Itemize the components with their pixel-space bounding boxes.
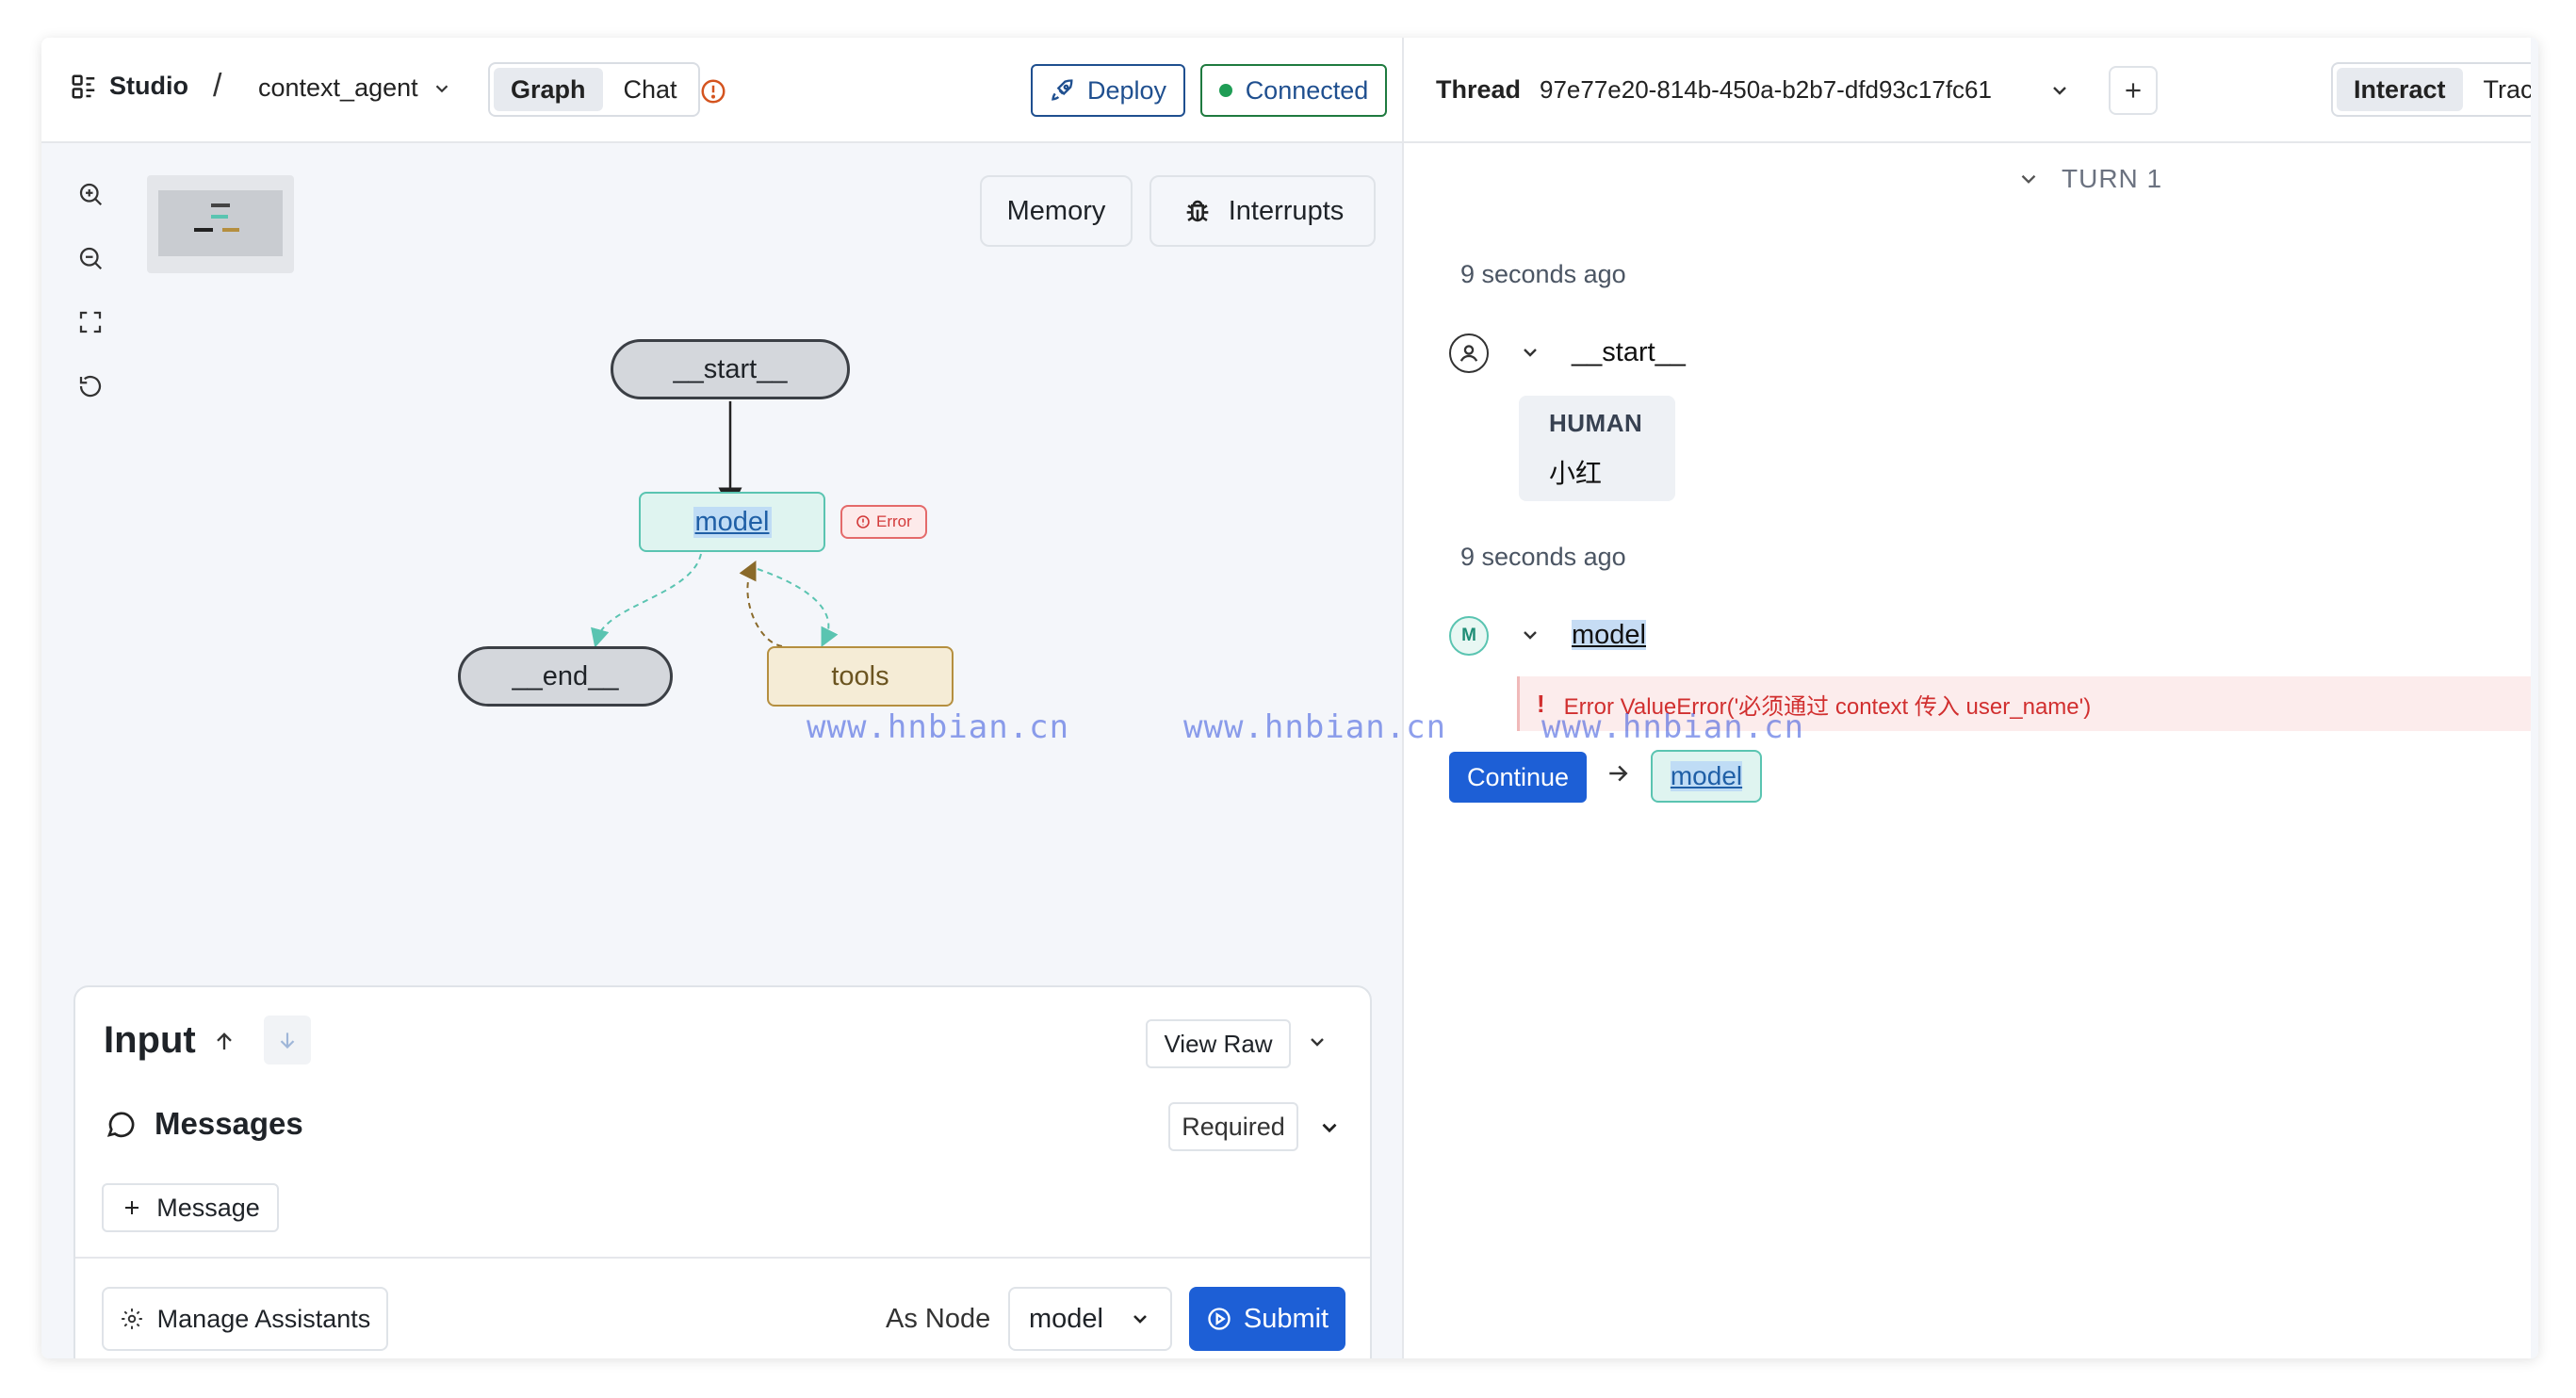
thread-label: Thread — [1436, 75, 1522, 104]
chat-bubble-icon — [106, 1112, 135, 1138]
chevron-down-icon[interactable] — [2048, 79, 2071, 106]
status-dot-icon — [1218, 84, 1232, 97]
connection-status-button[interactable]: Connected — [1200, 64, 1387, 117]
turn-label: TURN 1 — [2062, 164, 2163, 193]
step-node-model[interactable]: model — [1572, 620, 1646, 651]
messages-label: Messages — [155, 1106, 303, 1141]
chevron-down-icon[interactable] — [1306, 1031, 1329, 1058]
node-label-model: model — [693, 506, 772, 538]
graph-node-start[interactable]: __start__ — [611, 339, 850, 399]
arrow-right-icon — [1604, 759, 1632, 792]
chevron-down-icon — [1133, 1315, 1147, 1324]
graph-canvas[interactable] — [41, 143, 1402, 991]
input-title: Input — [104, 1019, 196, 1061]
tab-interact[interactable]: Interact — [2337, 68, 2463, 111]
thread-id[interactable]: 97e77e20-814b-450a-b2b7-dfd93c17fc61 — [1540, 75, 1992, 105]
deploy-label: Deploy — [1086, 75, 1167, 105]
tab-graph[interactable]: Graph — [494, 68, 603, 111]
required-badge: Required — [1168, 1102, 1298, 1151]
view-raw-button[interactable]: View Raw — [1146, 1019, 1291, 1068]
tab-trace[interactable]: Trace — [2467, 68, 2538, 111]
watermark-text: www.hnbian.cn — [1183, 708, 1447, 746]
error-badge[interactable]: Error — [840, 505, 927, 539]
graph-node-tools[interactable]: tools — [767, 646, 954, 707]
message-role: HUMAN — [1549, 409, 1643, 437]
chevron-down-icon[interactable] — [1519, 341, 1541, 368]
new-thread-button[interactable] — [2109, 66, 2158, 115]
breadcrumb-separator: / — [213, 68, 222, 104]
plus-icon — [125, 1201, 139, 1214]
agent-name: context_agent — [258, 73, 418, 102]
watermark-text: www.hnbian.cn — [807, 708, 1070, 746]
graph-node-end[interactable]: __end__ — [458, 646, 673, 707]
view-toggle: Graph Chat — [488, 62, 700, 117]
gear-icon — [121, 1309, 142, 1329]
chevron-down-icon — [2021, 174, 2036, 184]
message-content: 小红 — [1549, 459, 1603, 488]
add-message-label: Message — [156, 1193, 260, 1222]
next-node-label: model — [1670, 761, 1743, 791]
as-node-select[interactable]: model — [1008, 1287, 1172, 1351]
app-window: Studio / context_agent Graph Chat Deploy… — [41, 38, 2538, 1358]
studio-header: Studio / context_agent Graph Chat Deploy… — [41, 38, 1402, 143]
studio-home-link[interactable]: Studio — [70, 72, 188, 101]
next-node-chip[interactable]: model — [1651, 750, 1762, 803]
step-timestamp: 9 seconds ago — [1460, 260, 1626, 288]
chevron-down-icon[interactable] — [1519, 624, 1541, 651]
graph-pane: Studio / context_agent Graph Chat Deploy… — [41, 38, 1402, 1358]
as-node-label: As Node — [886, 1304, 991, 1334]
messages-field-header: Messages — [104, 1106, 303, 1142]
chevron-down-icon — [435, 84, 448, 92]
scrollbar[interactable] — [2531, 38, 2538, 1358]
human-message-card: HUMAN 小红 — [1519, 396, 1675, 501]
plus-icon — [2126, 83, 2141, 98]
step-timestamp: 9 seconds ago — [1460, 543, 1626, 571]
submit-label: Submit — [1243, 1303, 1329, 1334]
step-node-start[interactable]: __start__ — [1572, 337, 1686, 368]
graph-edges — [591, 401, 839, 648]
error-circle-icon — [856, 515, 870, 528]
graph-node-model[interactable]: model — [639, 492, 825, 552]
arrow-up-icon[interactable] — [211, 1029, 237, 1062]
divider — [75, 1257, 1370, 1259]
node-label-start: __start__ — [673, 353, 788, 384]
arrow-down-icon[interactable] — [264, 1016, 311, 1065]
studio-label: Studio — [109, 72, 188, 100]
connected-label: Connected — [1245, 75, 1369, 105]
add-message-button[interactable]: Message — [102, 1183, 279, 1232]
watermark-text: www.hnbian.cn — [1541, 708, 1805, 746]
continue-button[interactable]: Continue — [1449, 752, 1587, 803]
tab-chat[interactable]: Chat — [607, 68, 694, 111]
submit-button[interactable]: Submit — [1189, 1287, 1345, 1351]
deploy-button[interactable]: Deploy — [1031, 64, 1185, 117]
turn-header[interactable]: TURN 1 — [2016, 164, 2162, 194]
studio-icon — [72, 74, 95, 98]
thread-header: Thread 97e77e20-814b-450a-b2b7-dfd93c17f… — [1404, 38, 2538, 143]
manage-assistants-button[interactable]: Manage Assistants — [102, 1287, 388, 1351]
manage-assistants-label: Manage Assistants — [156, 1304, 371, 1333]
node-label-end: __end__ — [512, 660, 619, 691]
info-icon[interactable] — [699, 77, 727, 110]
user-avatar-icon — [1449, 333, 1489, 373]
as-node-value: model — [1029, 1303, 1103, 1334]
agent-selector[interactable]: context_agent — [258, 73, 452, 103]
play-circle-icon — [1208, 1308, 1231, 1330]
model-avatar-icon: M — [1449, 616, 1489, 656]
chevron-down-icon[interactable] — [1317, 1115, 1342, 1145]
input-panel: Input View Raw Messages Required Message — [73, 985, 1372, 1358]
error-badge-label: Error — [876, 512, 912, 530]
thread-pane: Thread 97e77e20-814b-450a-b2b7-dfd93c17f… — [1404, 38, 2538, 1358]
rocket-icon — [1052, 79, 1073, 101]
mode-toggle: Interact Trace — [2331, 62, 2538, 117]
node-label-tools: tools — [831, 660, 889, 691]
step-node-model-text: model — [1572, 620, 1646, 650]
